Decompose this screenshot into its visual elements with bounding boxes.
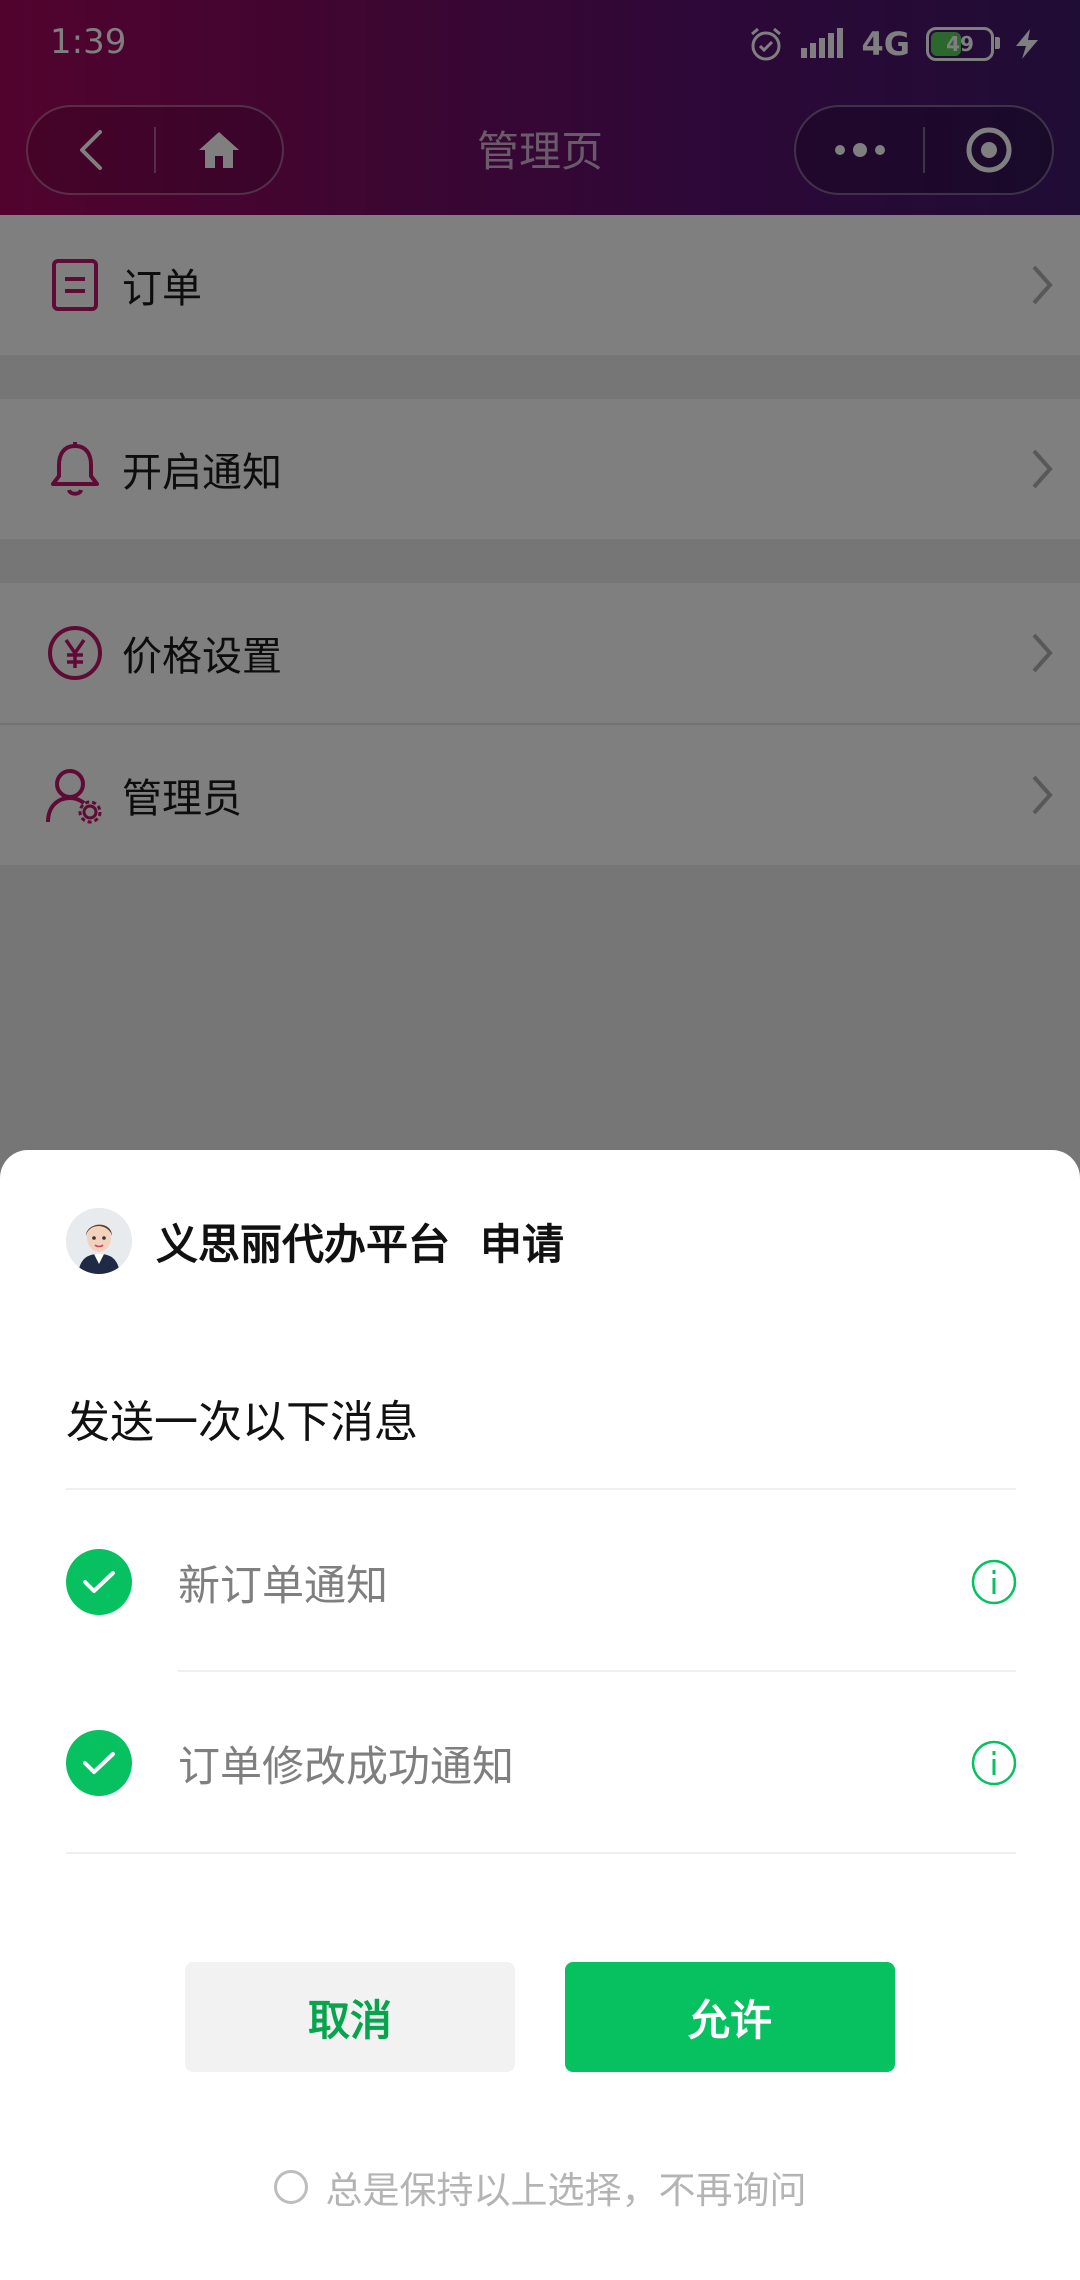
app-name: 义思丽代办平台 — [156, 1219, 451, 1269]
dialog-subtitle: 发送一次以下消息 — [66, 1397, 418, 1448]
message-option-new-order[interactable]: 新订单通知 — [66, 1532, 1018, 1632]
dialog-header: 义思丽代办平台 申请 — [66, 1208, 564, 1274]
checkbox-checked[interactable] — [66, 1549, 132, 1615]
divider — [66, 1852, 1016, 1854]
remember-choice-label: 总是保持以上选择，不再询问 — [325, 2169, 807, 2212]
remember-choice[interactable]: 总是保持以上选择，不再询问 — [0, 2160, 1080, 2214]
check-icon — [83, 1571, 115, 1593]
message-option-label: 新订单通知 — [178, 1560, 389, 1610]
divider — [66, 1488, 1016, 1490]
subscribe-dialog: 义思丽代办平台 申请 发送一次以下消息 新订单通知 订单修改成功通知 取消 允许… — [0, 1150, 1080, 2280]
message-option-label: 订单修改成功通知 — [178, 1741, 515, 1791]
message-option-order-modified[interactable]: 订单修改成功通知 — [66, 1713, 1018, 1813]
info-icon[interactable] — [970, 1558, 1018, 1606]
info-icon[interactable] — [970, 1739, 1018, 1787]
check-icon — [83, 1752, 115, 1774]
remember-radio[interactable] — [273, 2170, 308, 2204]
avatar — [66, 1208, 132, 1274]
allow-button[interactable]: 允许 — [565, 1962, 895, 2072]
checkbox-checked[interactable] — [66, 1730, 132, 1796]
divider — [178, 1670, 1016, 1672]
cancel-button[interactable]: 取消 — [185, 1962, 515, 2072]
request-label: 申请 — [480, 1219, 565, 1269]
